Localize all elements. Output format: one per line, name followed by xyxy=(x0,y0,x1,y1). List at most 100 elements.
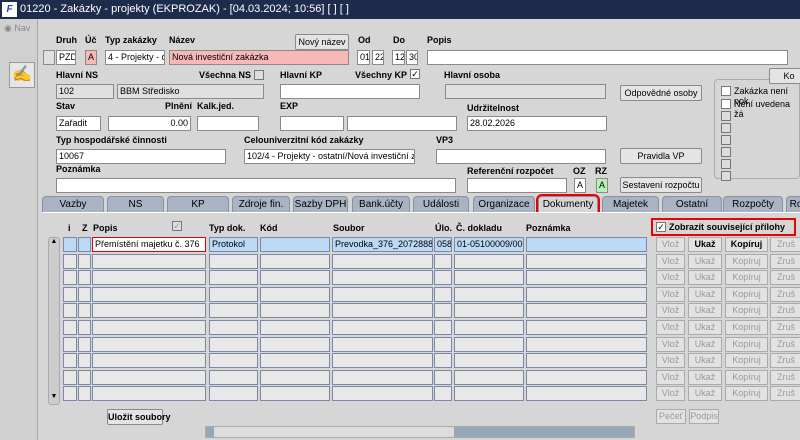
row-button-delete[interactable]: Zruš xyxy=(770,386,800,402)
row-button-show[interactable]: Ukaž xyxy=(688,270,722,286)
cell-flag[interactable] xyxy=(78,286,91,302)
cell-typ[interactable] xyxy=(209,286,258,302)
cell-soubor[interactable] xyxy=(332,386,433,402)
cell-popis[interactable] xyxy=(92,336,206,352)
cell-flag[interactable] xyxy=(63,369,77,385)
check-item-2[interactable] xyxy=(721,99,731,109)
uc-field[interactable]: A xyxy=(85,50,97,65)
cell-poznamka[interactable] xyxy=(526,386,647,402)
cell-soubor[interactable] xyxy=(332,270,433,286)
tab-12[interactable]: Ro xyxy=(786,196,800,213)
tab-2[interactable]: KP xyxy=(167,196,229,213)
cell-flag[interactable] xyxy=(78,303,91,319)
row-button-insert[interactable]: Vlož xyxy=(656,286,685,302)
row-button-copy[interactable]: Kopíruj xyxy=(725,320,768,335)
row-button-copy[interactable]: Kopíruj xyxy=(725,303,768,319)
cell-popis[interactable] xyxy=(92,386,206,402)
cell-typ[interactable]: Protokol xyxy=(209,237,258,252)
row-button-insert[interactable]: Vlož xyxy=(656,353,685,369)
cell-flag[interactable] xyxy=(78,386,91,402)
scroll-up-icon[interactable]: ▲ xyxy=(49,238,59,248)
cell-kod[interactable] xyxy=(260,320,330,335)
vp3-field[interactable] xyxy=(436,149,606,164)
cell-flag[interactable] xyxy=(63,270,77,286)
row-button-insert[interactable]: Vlož xyxy=(656,270,685,286)
row-button-copy[interactable]: Kopíruj xyxy=(725,253,768,269)
row-button-delete[interactable]: Zruš xyxy=(770,237,800,252)
druh-field[interactable]: PZD xyxy=(56,50,76,65)
celouniv-field[interactable]: 102/4 - Projekty - ostatní/Nová investič… xyxy=(244,149,415,164)
cell-soubor[interactable] xyxy=(332,353,433,369)
cell-flag[interactable] xyxy=(78,253,91,269)
cell-poznamka[interactable] xyxy=(526,303,647,319)
cell-doklad[interactable] xyxy=(454,336,524,352)
cell-doklad[interactable] xyxy=(454,253,524,269)
cell-soubor[interactable] xyxy=(332,253,433,269)
hlavni-kp-field[interactable] xyxy=(280,84,420,99)
cell-poznamka[interactable] xyxy=(526,336,647,352)
record-indicator[interactable] xyxy=(43,50,55,65)
vsechny-kp-checkbox[interactable]: ✓ xyxy=(410,69,420,79)
cell-doklad[interactable] xyxy=(454,353,524,369)
row-button-show[interactable]: Ukaž xyxy=(688,353,722,369)
row-button-copy[interactable]: Kopíruj xyxy=(725,353,768,369)
cell-popis[interactable] xyxy=(92,270,206,286)
cell-kod[interactable] xyxy=(260,369,330,385)
show-related-checkbox[interactable]: ✓ xyxy=(656,222,666,232)
od-year[interactable]: 22 xyxy=(372,50,384,65)
cell-poznamka[interactable] xyxy=(526,353,647,369)
ref-rozpocet-field[interactable] xyxy=(467,178,567,193)
row-button-show[interactable]: Ukaž xyxy=(688,286,722,302)
tab-3[interactable]: Zdroje fin. xyxy=(232,196,290,213)
cell-kod[interactable] xyxy=(260,253,330,269)
cell-flag[interactable] xyxy=(63,286,77,302)
cell-kod[interactable] xyxy=(260,237,330,252)
cell-flag[interactable] xyxy=(63,320,77,335)
cell-kod[interactable] xyxy=(260,270,330,286)
cell-popis[interactable] xyxy=(92,286,206,302)
cell-poznamka[interactable] xyxy=(526,320,647,335)
row-button-insert[interactable]: Vlož xyxy=(656,386,685,402)
row-button-insert[interactable]: Vlož xyxy=(656,336,685,352)
cell-doklad[interactable] xyxy=(454,386,524,402)
rz-field[interactable]: A xyxy=(596,178,608,193)
tab-6[interactable]: Události xyxy=(413,196,469,213)
row-button-delete[interactable]: Zruš xyxy=(770,286,800,302)
cell-soubor[interactable] xyxy=(332,320,433,335)
tab-11[interactable]: Rozpočty xyxy=(723,196,783,213)
cell-doklad[interactable]: 01-05100009/00 xyxy=(454,237,524,252)
cell-doklad[interactable] xyxy=(454,303,524,319)
cell-ulo[interactable] xyxy=(434,320,452,335)
tab-5[interactable]: Bank.účty xyxy=(352,196,410,213)
vsechna-ns-checkbox[interactable] xyxy=(254,70,264,80)
cell-typ[interactable] xyxy=(209,303,258,319)
cell-poznamka[interactable] xyxy=(526,253,647,269)
kalk-field[interactable] xyxy=(197,116,259,131)
typ-hc-field[interactable]: 10067 xyxy=(56,149,226,164)
row-button-show[interactable]: Ukaž xyxy=(688,253,722,269)
cell-soubor[interactable] xyxy=(332,286,433,302)
row-button-copy[interactable]: Kopíruj xyxy=(725,386,768,402)
cell-kod[interactable] xyxy=(260,353,330,369)
row-button-delete[interactable]: Zruš xyxy=(770,353,800,369)
nav-radio[interactable]: ◉ Nav xyxy=(4,23,30,34)
tab-4[interactable]: Sazby DPH xyxy=(293,196,348,213)
row-button-delete[interactable]: Zruš xyxy=(770,303,800,319)
cell-typ[interactable] xyxy=(209,369,258,385)
hlavni-ns-field[interactable]: 102 xyxy=(56,84,114,99)
exp-field-2[interactable] xyxy=(347,116,457,131)
pravidla-vp-button[interactable]: Pravidla VP xyxy=(620,148,702,164)
cell-typ[interactable] xyxy=(209,386,258,402)
cell-ulo[interactable] xyxy=(434,270,452,286)
row-button-insert[interactable]: Vlož xyxy=(656,237,685,252)
cell-flag[interactable] xyxy=(63,303,77,319)
cell-kod[interactable] xyxy=(260,286,330,302)
cell-poznamka[interactable] xyxy=(526,270,647,286)
row-button-insert[interactable]: Vlož xyxy=(656,253,685,269)
cell-flag[interactable] xyxy=(63,253,77,269)
cell-flag[interactable] xyxy=(63,386,77,402)
cell-ulo[interactable] xyxy=(434,303,452,319)
cell-ulo[interactable] xyxy=(434,286,452,302)
row-button-copy[interactable]: Kopíruj xyxy=(725,286,768,302)
cell-doklad[interactable] xyxy=(454,286,524,302)
